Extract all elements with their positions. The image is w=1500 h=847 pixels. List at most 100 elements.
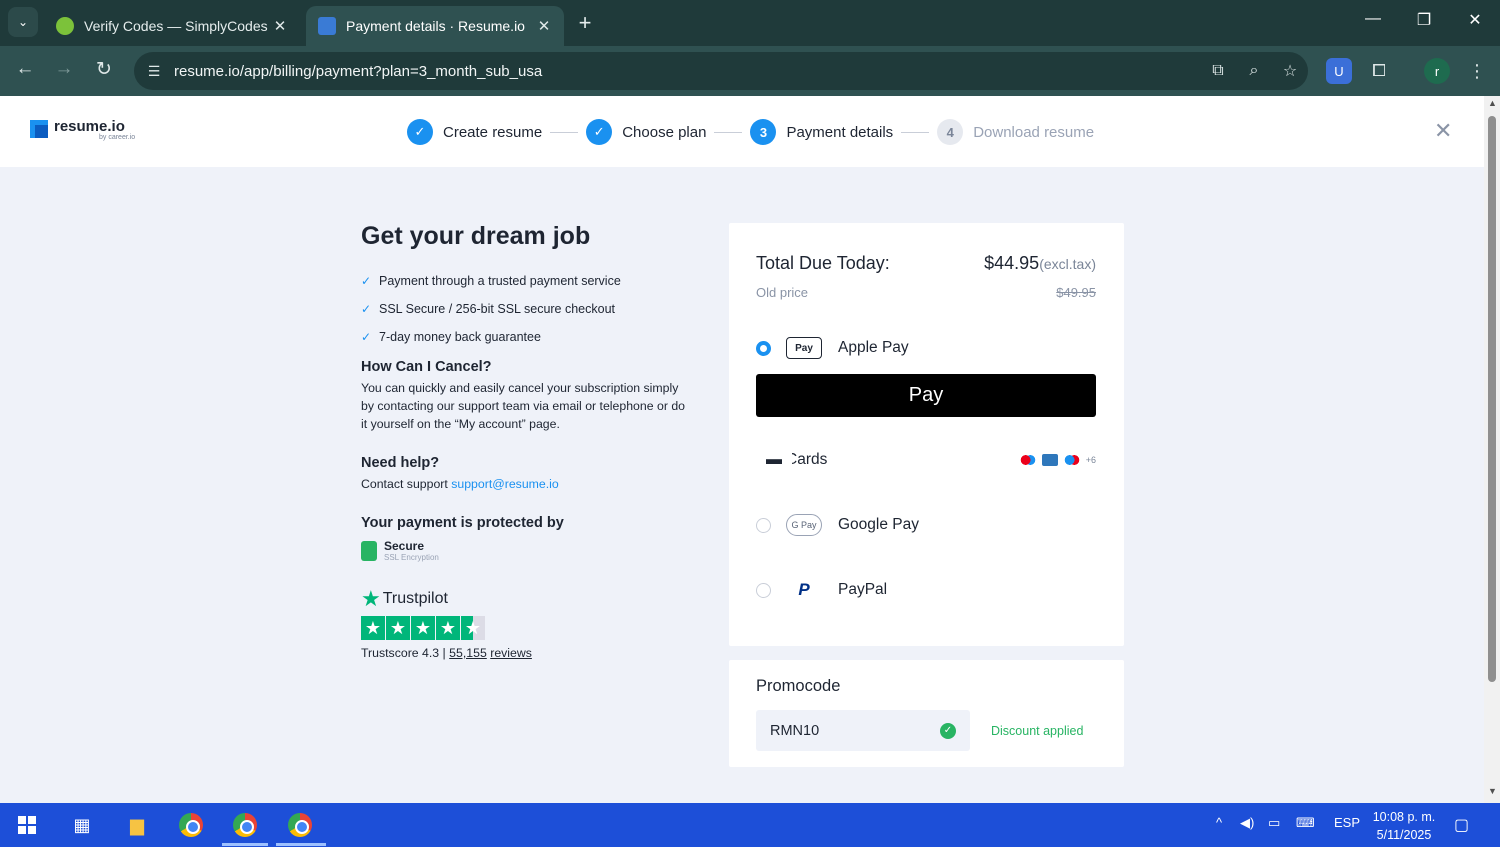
help-text: Contact support support@resume.io <box>361 475 691 493</box>
chrome-logo-icon <box>288 813 312 837</box>
clock-date: 5/11/2025 <box>1376 828 1432 842</box>
minimize-button[interactable]: — <box>1358 10 1388 28</box>
step-create-resume[interactable]: ✓ Create resume <box>407 119 542 145</box>
step-connector <box>550 131 579 133</box>
scroll-thumb[interactable] <box>1488 116 1496 682</box>
apple-pay-button[interactable]: Pay <box>756 374 1096 417</box>
chrome-logo-icon <box>233 813 257 837</box>
chrome-profile-f-icon[interactable] <box>228 810 262 840</box>
forward-arrow-icon[interactable]: → <box>51 58 77 80</box>
lock-icon <box>361 540 377 561</box>
logo-subtext: by career.io <box>99 134 136 141</box>
extension-shield-icon[interactable]: U <box>1326 58 1352 84</box>
payment-page: resume.io by career.io ✓ Create resume ✓… <box>0 96 1484 803</box>
support-email-link[interactable]: support@resume.io <box>451 477 559 491</box>
check-icon: ✓ <box>361 302 372 316</box>
taskbar-active-indicator <box>222 843 268 846</box>
credit-card-icon: ▬ <box>756 449 792 471</box>
apple-pay-radio[interactable] <box>756 340 771 356</box>
url-text[interactable]: resume.io/app/billing/payment?plan=3_mon… <box>174 63 1200 80</box>
step-choose-plan[interactable]: ✓ Choose plan <box>586 119 706 145</box>
old-price: $49.95 <box>1056 285 1096 300</box>
restore-button[interactable]: ❐ <box>1409 10 1439 30</box>
site-info-icon[interactable]: ☰ <box>134 63 174 80</box>
translate-icon[interactable]: ⧉ <box>1200 62 1236 80</box>
simplycodes-favicon-icon <box>56 17 74 35</box>
network-icon[interactable]: ▭ <box>1268 815 1280 831</box>
window-close-button[interactable]: ✕ <box>1460 10 1490 30</box>
check-circle-icon: ✓ <box>940 722 956 739</box>
list-item: ✓ SSL Secure / 256-bit SSL secure checko… <box>361 295 691 323</box>
tab-simplycodes[interactable]: Verify Codes — SimplyCodes ✕ <box>44 6 300 46</box>
benefits-column: Get your dream job ✓ Payment through a t… <box>361 222 691 660</box>
step-label: Choose plan <box>622 123 707 141</box>
trustpilot-logo: ★ Trustpilot <box>361 586 691 612</box>
payment-method-paypal[interactable]: P PayPal <box>756 577 1096 603</box>
start-button[interactable] <box>10 810 44 840</box>
file-explorer-icon[interactable]: ▆ <box>120 810 154 840</box>
review-count-link[interactable]: 55,155 <box>449 646 487 660</box>
show-hidden-icons-icon[interactable]: ^ <box>1216 815 1222 830</box>
star-icon: ★ <box>411 616 435 640</box>
paypal-radio[interactable] <box>756 582 771 598</box>
reload-icon[interactable]: ↻ <box>91 58 117 81</box>
notifications-icon[interactable]: ▢ <box>1454 815 1469 835</box>
keyboard-icon[interactable]: ⌨ <box>1296 815 1315 831</box>
browser-menu-icon[interactable]: ⋮ <box>1464 58 1490 84</box>
payment-method-apple-pay[interactable]: Pay Apple Pay <box>756 335 1096 361</box>
resume-io-logo[interactable]: resume.io by career.io <box>30 118 135 141</box>
apple-pay-icon: Pay <box>786 337 822 359</box>
cards-label: Cards <box>786 451 828 468</box>
tab-close-icon[interactable]: ✕ <box>272 17 288 35</box>
check-icon: ✓ <box>361 330 372 344</box>
clock-time: 10:08 p. m. <box>1372 810 1436 824</box>
secure-subtitle: SSL Encryption <box>384 553 439 562</box>
step-connector <box>901 131 930 133</box>
resume-logo-icon <box>30 120 48 138</box>
help-prefix: Contact support <box>361 477 448 491</box>
check-icon: ✓ <box>586 119 613 145</box>
scroll-up-arrow-icon[interactable]: ▲ <box>1488 98 1497 108</box>
back-arrow-icon[interactable]: ← <box>12 58 38 80</box>
list-item: ✓ Payment through a trusted payment serv… <box>361 267 691 295</box>
profile-avatar[interactable]: r <box>1424 58 1450 84</box>
chrome-profile-r-icon[interactable] <box>283 810 317 840</box>
browser-tab-bar: ⌄ Verify Codes — SimplyCodes ✕ Payment d… <box>0 0 1500 46</box>
page-title: Get your dream job <box>361 222 591 250</box>
promocode-card: Promocode RMN10 ✓ Discount applied <box>729 660 1124 767</box>
chrome-icon[interactable] <box>174 810 208 840</box>
windows-taskbar: ▦ ▆ ^ ◀) ▭ ⌨ ESP 10:08 p. m. 5/11/2025 ▢ <box>0 803 1500 847</box>
promocode-value[interactable]: RMN10 <box>770 723 940 739</box>
address-bar[interactable]: ☰ resume.io/app/billing/payment?plan=3_m… <box>134 52 1308 90</box>
reviews-link[interactable]: reviews <box>490 646 532 660</box>
system-clock[interactable]: 10:08 p. m. 5/11/2025 <box>1366 808 1442 844</box>
google-pay-radio[interactable] <box>756 517 771 533</box>
payment-method-cards[interactable]: ▬ Cards +6 <box>756 447 1096 473</box>
tab-resume-payment[interactable]: Payment details · Resume.io ✕ <box>306 6 564 46</box>
logo-text: resume.io <box>54 118 125 135</box>
checkout-header: resume.io by career.io ✓ Create resume ✓… <box>0 96 1484 167</box>
step-connector <box>714 131 743 133</box>
check-icon: ✓ <box>407 119 433 145</box>
tab-search-button[interactable]: ⌄ <box>8 7 38 37</box>
page-scrollbar[interactable]: ▲ ▼ <box>1484 96 1500 803</box>
tab-close-icon[interactable]: ✕ <box>536 17 552 35</box>
cancel-heading: How Can I Cancel? <box>361 359 492 375</box>
close-checkout-icon[interactable]: ✕ <box>1434 118 1452 144</box>
payment-method-google-pay[interactable]: G Pay Google Pay <box>756 512 1096 538</box>
google-pay-icon: G Pay <box>786 514 822 536</box>
extensions-puzzle-icon[interactable]: ⧠ <box>1366 58 1392 84</box>
bookmark-star-icon[interactable]: ☆ <box>1272 61 1308 81</box>
promocode-input[interactable]: RMN10 ✓ <box>756 710 970 751</box>
amex-icon <box>1041 454 1058 466</box>
zoom-icon[interactable]: ⌕ <box>1236 62 1272 80</box>
scroll-down-arrow-icon[interactable]: ▼ <box>1488 786 1497 796</box>
language-indicator[interactable]: ESP <box>1334 815 1360 830</box>
new-tab-button[interactable]: + <box>574 10 596 36</box>
apple-pay-label: Apple Pay <box>838 339 909 356</box>
step-download-resume: 4 Download resume <box>937 119 1094 145</box>
store-icon[interactable]: ▦ <box>65 810 99 840</box>
trustscore-text: Trustscore 4.3 | 55,155 reviews <box>361 646 691 660</box>
star-icon: ★ <box>361 616 385 640</box>
volume-icon[interactable]: ◀) <box>1240 815 1254 831</box>
